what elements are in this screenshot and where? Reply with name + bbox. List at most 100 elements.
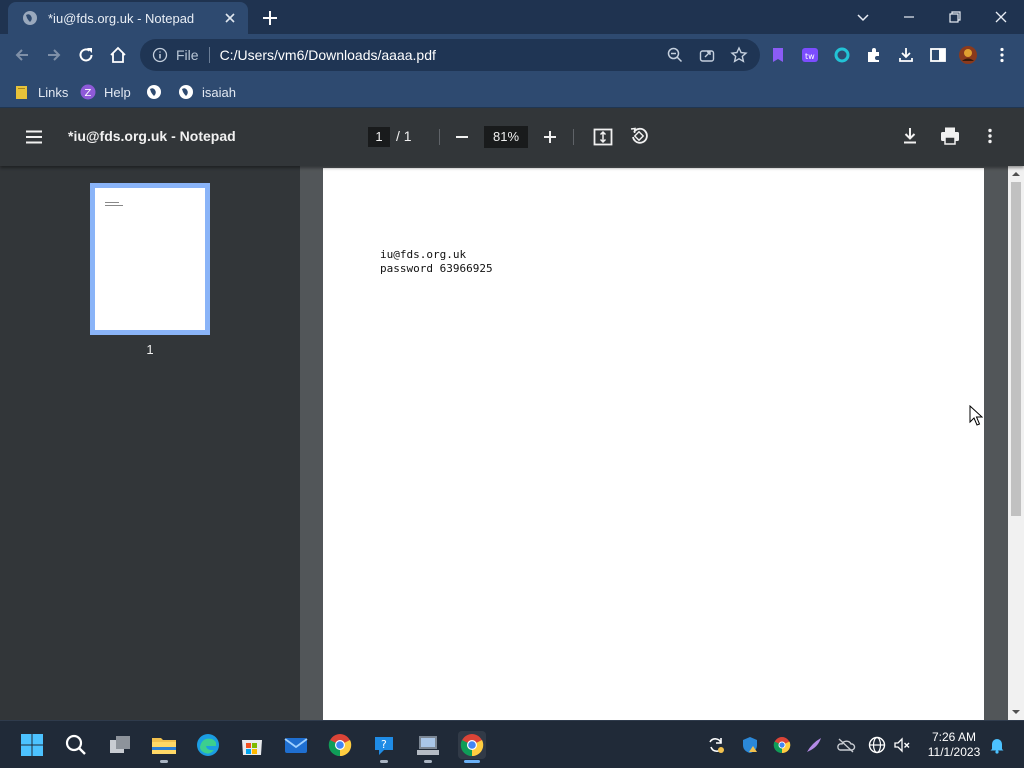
windows-taskbar: ? 7:26 AM 11/1/2023 (0, 720, 1024, 768)
taskbar-remote-app[interactable] (414, 731, 442, 763)
mail-icon[interactable] (282, 731, 310, 759)
minimize-icon[interactable] (898, 6, 920, 28)
running-indicator (424, 760, 432, 763)
remote-desktop-icon (417, 736, 439, 755)
onedrive-cloud-icon[interactable] (836, 735, 856, 755)
browser-toolbar: File C:/Users/vm6/Downloads/aaaa.pdf tw (0, 34, 1024, 76)
new-tab-icon[interactable] (260, 8, 280, 28)
url-text[interactable]: C:/Users/vm6/Downloads/aaaa.pdf (220, 47, 652, 63)
thumbnail-text-line (105, 202, 119, 203)
help-z-icon: Z (80, 84, 96, 100)
extensions-puzzle-icon[interactable] (864, 45, 884, 65)
bookmark-star-icon[interactable] (730, 46, 748, 64)
pdf-text-password: password 63966925 (380, 262, 493, 275)
toolbar-divider (573, 129, 574, 145)
scroll-down-arrow-icon[interactable] (1012, 708, 1020, 716)
extension-purple-bookmark-icon[interactable] (768, 45, 788, 65)
chrome-taskbar-icon (460, 734, 484, 757)
edge-browser-icon[interactable] (194, 731, 222, 759)
browser-menu-kebab-icon[interactable] (992, 45, 1012, 65)
reload-icon[interactable] (76, 45, 96, 65)
speaker-muted-icon[interactable] (892, 735, 912, 755)
windows-start-icon[interactable] (18, 731, 46, 759)
bookmark-isaiah[interactable]: isaiah (178, 82, 236, 102)
svg-text:?: ? (381, 738, 387, 751)
page-count-label: / 1 (396, 128, 412, 144)
bookmark-help-label: Help (104, 84, 131, 100)
taskbar-help-app[interactable]: ? (370, 731, 398, 763)
system-clock[interactable]: 7:26 AM 11/1/2023 (922, 730, 986, 760)
address-bar[interactable]: File C:/Users/vm6/Downloads/aaaa.pdf (140, 39, 760, 71)
network-globe-icon[interactable] (867, 735, 887, 755)
url-scheme-label: File (176, 47, 199, 63)
toolbar-divider (439, 129, 440, 145)
rotate-icon[interactable] (628, 125, 650, 147)
share-icon[interactable] (698, 46, 716, 64)
pdf-download-icon[interactable] (900, 126, 920, 146)
profile-avatar-icon[interactable] (958, 45, 978, 65)
thumbnail-page-number: 1 (146, 342, 154, 357)
fit-to-page-icon[interactable] (592, 126, 614, 148)
bookmarks-bar: Links Z Help isaiah (0, 76, 1024, 108)
zoom-magnifier-icon[interactable] (666, 46, 684, 64)
pdf-document-area[interactable]: iu@fds.org.uk password 63966925 (300, 166, 1008, 720)
extension-ring-icon[interactable] (832, 45, 852, 65)
scroll-up-arrow-icon[interactable] (1012, 170, 1020, 178)
chrome-taskbar-icon[interactable] (326, 731, 354, 759)
chrome-tray-icon[interactable] (772, 735, 792, 755)
bookmark-isaiah-label: isaiah (202, 84, 236, 100)
thumbnail-page-preview (95, 188, 205, 330)
taskbar-file-explorer[interactable] (150, 731, 178, 763)
sidebar-menu-icon[interactable] (24, 127, 44, 147)
restore-icon[interactable] (944, 6, 966, 28)
task-view-icon[interactable] (106, 731, 134, 759)
running-indicator (380, 760, 388, 763)
tab-strip: *iu@fds.org.uk - Notepad (0, 0, 1024, 34)
running-indicator (160, 760, 168, 763)
security-shield-icon[interactable] (740, 735, 760, 755)
file-explorer-folder-icon (152, 738, 176, 754)
search-icon[interactable] (62, 731, 90, 759)
pdf-text-email: iu@fds.org.uk (380, 248, 467, 261)
zoom-in-icon[interactable] (540, 127, 560, 147)
bookmark-help[interactable]: Z Help (80, 82, 131, 102)
pdf-toolbar: *iu@fds.org.uk - Notepad 1 / 1 81% (0, 108, 1024, 166)
taskbar-chrome-active[interactable] (458, 731, 486, 763)
svg-text:Z: Z (85, 88, 92, 99)
bookmark-links-label: Links (38, 84, 69, 100)
zoom-level-input[interactable]: 81% (484, 126, 528, 148)
side-panel-icon[interactable] (928, 45, 948, 65)
page-number-input[interactable]: 1 (368, 127, 390, 147)
extension-tw-icon[interactable]: tw (800, 45, 820, 65)
url-separator (208, 47, 210, 63)
globe-icon (23, 11, 37, 25)
zoom-out-icon[interactable] (452, 127, 472, 147)
tab-close-icon[interactable] (222, 10, 238, 26)
print-icon[interactable] (939, 126, 961, 146)
bookmark-globe[interactable] (146, 82, 170, 102)
page-thumbnail-1[interactable] (90, 183, 210, 335)
tab-search-chevron-icon[interactable] (852, 6, 874, 28)
pdf-page-text: iu@fds.org.uk password 63966925 (380, 248, 493, 276)
back-arrow-icon[interactable] (12, 45, 32, 65)
pdf-more-options-icon[interactable] (980, 126, 1000, 146)
get-help-icon: ? (375, 737, 393, 755)
scrollbar-thumb[interactable] (1011, 182, 1021, 516)
folder-icon (16, 86, 27, 99)
downloads-icon[interactable] (896, 45, 916, 65)
browser-tab-active[interactable]: *iu@fds.org.uk - Notepad (8, 2, 248, 34)
notification-bell-icon[interactable] (987, 735, 1007, 755)
microsoft-store-icon[interactable] (238, 731, 266, 759)
vertical-scrollbar[interactable] (1008, 166, 1024, 720)
bookmark-links[interactable]: Links (14, 82, 68, 102)
info-icon[interactable] (152, 47, 168, 63)
pen-feather-icon[interactable] (804, 735, 824, 755)
forward-arrow-icon[interactable] (44, 45, 64, 65)
pdf-document-title: *iu@fds.org.uk - Notepad (68, 128, 236, 144)
window-close-icon[interactable] (990, 6, 1012, 28)
mouse-pointer-icon (969, 405, 983, 426)
tab-title: *iu@fds.org.uk - Notepad (48, 10, 195, 26)
sync-icon[interactable] (706, 735, 726, 755)
home-icon[interactable] (108, 45, 128, 65)
globe-icon (147, 85, 161, 99)
